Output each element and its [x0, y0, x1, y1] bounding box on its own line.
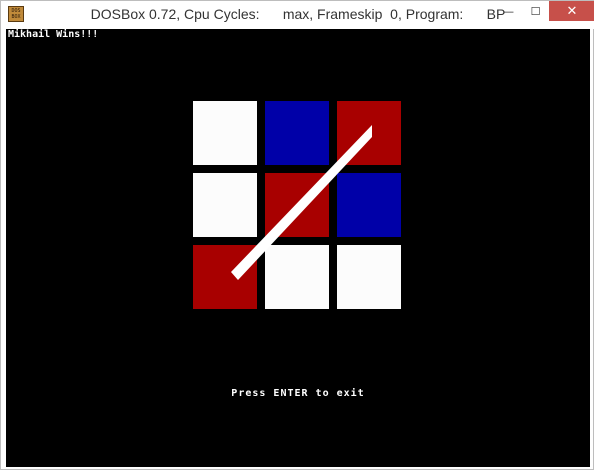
- minimize-button[interactable]: —: [495, 1, 522, 21]
- maximize-button[interactable]: ☐: [522, 1, 549, 21]
- minimize-icon: —: [503, 4, 514, 18]
- maximize-icon: ☐: [530, 4, 541, 18]
- winning-line: [231, 125, 372, 280]
- dosbox-window: DOS BOX DOSBox 0.72, Cpu Cycles: max, Fr…: [0, 0, 594, 470]
- close-button[interactable]: ✕: [549, 1, 594, 21]
- exit-prompt: Press ENTER to exit: [231, 388, 365, 399]
- close-icon: ✕: [566, 3, 578, 19]
- winning-line-stroke: [231, 125, 372, 280]
- game-screen[interactable]: Mikhail Wins!!! Press ENTER to exit: [6, 29, 590, 467]
- window-controls: — ☐ ✕: [495, 1, 594, 21]
- title-bar[interactable]: DOS BOX DOSBox 0.72, Cpu Cycles: max, Fr…: [1, 1, 594, 29]
